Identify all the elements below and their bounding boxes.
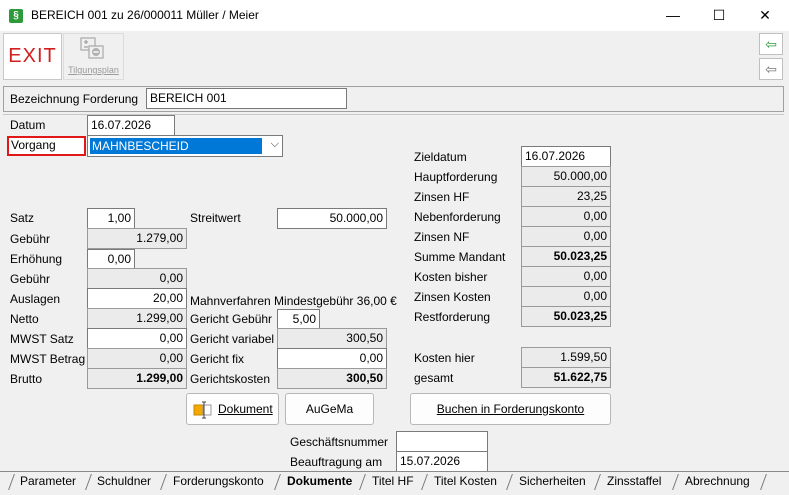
- kosten-bisher-field: 0,00: [521, 266, 611, 287]
- streitwert-field[interactable]: 50.000,00: [277, 208, 387, 229]
- gerichtskosten-field: 300,50: [277, 368, 387, 389]
- vorgang-dropdown[interactable]: MAHNBESCHEID ⌵: [87, 135, 283, 157]
- gericht-fix-field[interactable]: 0,00: [277, 348, 387, 369]
- zinsen-hf-field: 23,25: [521, 186, 611, 207]
- gericht-gebuehr-label: Gericht Gebühr: [190, 312, 273, 326]
- gericht-variabel-label: Gericht variabel: [190, 332, 275, 346]
- restforderung-field: 50.023,25: [521, 306, 611, 327]
- kosten-hier-field: 1.599,50: [521, 347, 611, 368]
- zinsen-kosten-field: 0,00: [521, 286, 611, 307]
- restforderung-label: Restforderung: [414, 310, 491, 324]
- netto-label: Netto: [10, 312, 39, 326]
- vorgang-label: Vorgang: [7, 136, 86, 156]
- document-icon: [193, 401, 212, 419]
- chevron-down-icon[interactable]: ⌵: [271, 138, 279, 151]
- bezeichnung-label: Bezeichnung Forderung: [10, 92, 139, 106]
- tab-zinsstaffel[interactable]: Zinsstaffel: [607, 472, 661, 491]
- beauftragung-label: Beauftragung am: [290, 455, 383, 469]
- geschaeftsnummer-field[interactable]: [396, 431, 488, 452]
- hauptforderung-label: Hauptforderung: [414, 170, 498, 184]
- minimize-button[interactable]: —: [650, 0, 696, 31]
- auslagen-field[interactable]: 20,00: [87, 288, 187, 309]
- gebuehr2-label: Gebühr: [10, 272, 51, 286]
- gerichtskosten-label: Gerichtskosten: [190, 372, 271, 386]
- tab-schuldner[interactable]: Schuldner: [97, 472, 151, 491]
- maximize-button[interactable]: ☐: [696, 0, 742, 31]
- zinsen-kosten-label: Zinsen Kosten: [414, 290, 491, 304]
- brutto-field: 1.299,00: [87, 368, 187, 389]
- tab-titel-hf[interactable]: Titel HF: [372, 472, 414, 491]
- summe-mandant-field: 50.023,25: [521, 246, 611, 267]
- datum-field[interactable]: 16.07.2026: [87, 115, 175, 136]
- zinsen-nf-label: Zinsen NF: [414, 230, 470, 244]
- beauftragung-field[interactable]: 15.07.2026: [396, 451, 488, 472]
- app-icon: §: [9, 9, 23, 23]
- satz-field[interactable]: 1,00: [87, 208, 135, 229]
- gericht-gebuehr-field[interactable]: 5,00: [277, 309, 320, 330]
- tab-dokumente[interactable]: Dokumente: [287, 472, 352, 491]
- mwst-satz-field[interactable]: 0,00: [87, 328, 187, 349]
- buchen-button-label: Buchen in Forderungskonto: [436, 402, 585, 416]
- zieldatum-field[interactable]: 16.07.2026: [521, 146, 611, 167]
- gebuehr-field: 1.279,00: [87, 228, 187, 249]
- tab-sicherheiten[interactable]: Sicherheiten: [519, 472, 586, 491]
- auslagen-label: Auslagen: [10, 292, 61, 306]
- augema-button[interactable]: AuGeMa: [285, 393, 374, 425]
- calculator-icon: [80, 37, 104, 59]
- buchen-button[interactable]: Buchen in Forderungskonto: [410, 393, 611, 425]
- nebenforderung-label: Nebenforderung: [414, 210, 501, 224]
- brutto-label: Brutto: [10, 372, 43, 386]
- dokument-button[interactable]: Dokument: [186, 393, 279, 425]
- gericht-variabel-field: 300,50: [277, 328, 387, 349]
- mwst-betrag-field: 0,00: [87, 348, 187, 369]
- summe-mandant-label: Summe Mandant: [414, 250, 506, 264]
- gericht-fix-label: Gericht fix: [190, 352, 245, 366]
- geschaeftsnummer-label: Geschäftsnummer: [290, 435, 389, 449]
- datum-label: Datum: [10, 118, 46, 132]
- netto-field: 1.299,00: [87, 308, 187, 329]
- bezeichnung-field[interactable]: BEREICH 001: [146, 88, 347, 109]
- dokument-button-label: Dokument: [218, 402, 273, 416]
- mwst-satz-label: MWST Satz: [10, 332, 74, 346]
- hauptforderung-field: 50.000,00: [521, 166, 611, 187]
- kosten-hier-label: Kosten hier: [414, 351, 475, 365]
- zinsen-nf-field: 0,00: [521, 226, 611, 247]
- gesamt-field: 51.622,75: [521, 367, 611, 388]
- tilgungsplan-label: Tilgungsplan: [68, 65, 119, 75]
- nebenforderung-field: 0,00: [521, 206, 611, 227]
- vorgang-selected-value: MAHNBESCHEID: [90, 138, 262, 154]
- tab-parameter[interactable]: Parameter: [20, 472, 76, 491]
- window-title: BEREICH 001 zu 26/000011 Müller / Meier: [31, 8, 259, 22]
- satz-label: Satz: [10, 211, 35, 225]
- vorgang-label-text: Vorgang: [11, 138, 56, 152]
- mindestgebuehr-label: Mahnverfahren Mindestgebühr 36,00 €: [190, 294, 397, 308]
- tab-forderungskonto[interactable]: Forderungskonto: [173, 472, 264, 491]
- tab-abrechnung[interactable]: Abrechnung: [685, 472, 750, 491]
- erhoehung-field[interactable]: 0,00: [87, 249, 135, 270]
- close-button[interactable]: ✕: [742, 0, 788, 31]
- gebuehr-label: Gebühr: [10, 232, 51, 246]
- nav-back-grey-icon[interactable]: ⇦: [759, 58, 783, 80]
- zinsen-hf-label: Zinsen HF: [414, 190, 470, 204]
- erhoehung-label: Erhöhung: [10, 252, 63, 266]
- kosten-bisher-label: Kosten bisher: [414, 270, 488, 284]
- mwst-betrag-label: MWST Betrag: [10, 352, 86, 366]
- nav-back-green-icon[interactable]: ⇦: [759, 33, 783, 55]
- gebuehr2-field: 0,00: [87, 268, 187, 289]
- tab-titel-kosten[interactable]: Titel Kosten: [434, 472, 497, 491]
- gesamt-label: gesamt: [414, 371, 454, 385]
- exit-button[interactable]: EXIT: [3, 33, 62, 80]
- streitwert-label: Streitwert: [190, 211, 241, 225]
- zieldatum-label: Zieldatum: [414, 150, 467, 164]
